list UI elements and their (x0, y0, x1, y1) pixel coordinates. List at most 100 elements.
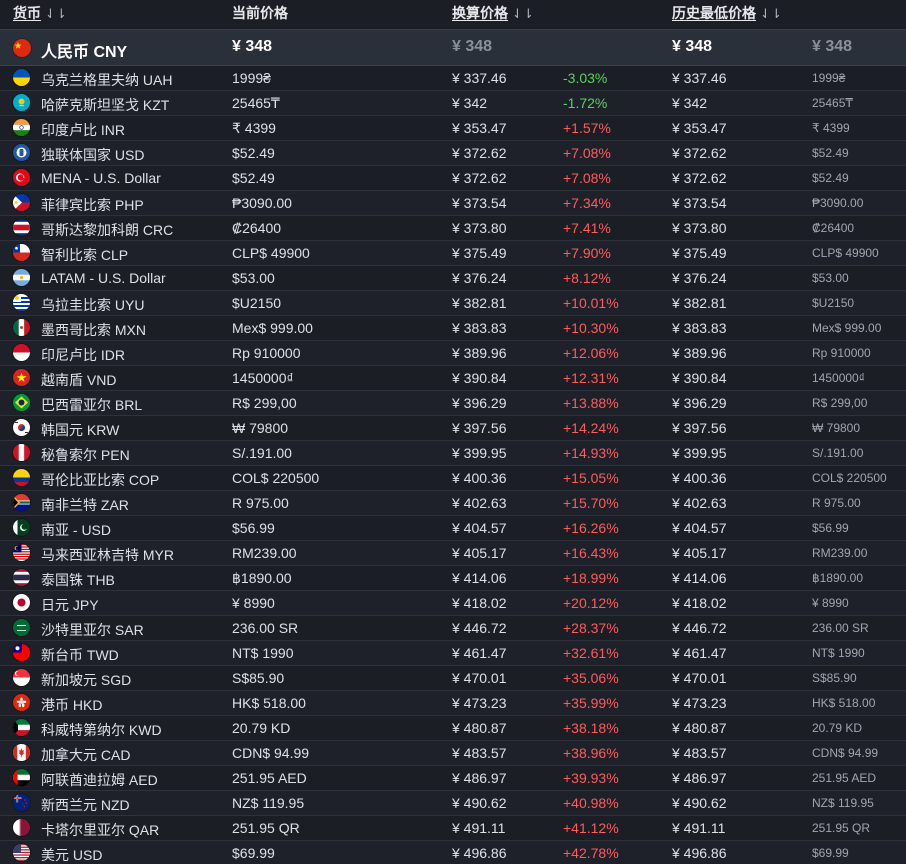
converted-price: ¥ 473.23 (452, 695, 507, 711)
lowest-price: ¥ 418.02 (672, 595, 727, 611)
converted-price: ¥ 486.97 (452, 770, 507, 786)
flag-south-korea-icon (13, 419, 30, 436)
lowest-price: ¥ 473.23 (672, 695, 727, 711)
current-price: NT$ 1990 (232, 645, 294, 661)
flag-peru-icon (13, 444, 30, 461)
converted-price: ¥ 496.86 (452, 845, 507, 861)
column-header-lowest-price[interactable]: 历史最低价格 ⇃⇂ (672, 3, 782, 23)
flag-india-icon (13, 119, 30, 136)
currency-name: 哥伦比亚比索 COP (41, 472, 160, 488)
table-row: 智利比索 CLP CLP$ 49900 ¥ 375.49 +7.90% ¥ 375.49… (0, 241, 906, 266)
sort-icon[interactable]: ⇃⇂ (45, 6, 67, 21)
price-difference-percent: +15.05% (563, 470, 619, 486)
base-lowest-local-price: ¥ 348 (812, 38, 853, 55)
currency-name: 新加坡元 SGD (41, 672, 132, 688)
table-row: 哥伦比亚比索 COP COL$ 220500 ¥ 400.36 +15.05% ¥ 40… (0, 466, 906, 491)
lowest-price: ¥ 461.47 (672, 645, 727, 661)
current-price: 236.00 SR (232, 620, 299, 636)
column-header-converted-price[interactable]: 换算价格 ⇃⇂ (452, 3, 534, 23)
price-difference-percent: +32.61% (563, 645, 619, 661)
current-price: 251.95 AED (232, 770, 307, 786)
lowest-price: ¥ 414.06 (672, 570, 727, 586)
currency-name: 阿联酋迪拉姆 AED (41, 772, 158, 788)
table-row: 阿联酋迪拉姆 AED 251.95 AED ¥ 486.97 +39.93% ¥ 486… (0, 766, 906, 791)
lowest-price: ¥ 353.47 (672, 120, 727, 136)
lowest-local-price: 1999₴ (812, 71, 846, 85)
current-price: Rp 910000 (232, 345, 301, 361)
current-price: $52.49 (232, 170, 275, 186)
lowest-local-price: R$ 299,00 (812, 396, 868, 410)
table-row: 马来西亚林吉特 MYR RM239.00 ¥ 405.17 +16.43% ¥ 405.… (0, 541, 906, 566)
current-price: $52.49 (232, 145, 275, 161)
table-row: 哥斯达黎加科朗 CRC ₡26400 ¥ 373.80 +7.41% ¥ 373.80 ₡… (0, 216, 906, 241)
flag-uruguay-icon (13, 294, 30, 311)
flag-thailand-icon (13, 569, 30, 586)
price-difference-percent: +16.26% (563, 520, 619, 536)
current-price: CLP$ 49900 (232, 245, 310, 261)
currency-name: 科威特第纳尔 KWD (41, 722, 162, 738)
price-difference-percent: +13.88% (563, 395, 619, 411)
currency-name: 哈萨克斯坦坚戈 KZT (41, 97, 170, 113)
sort-icon[interactable]: ⇃⇂ (512, 6, 534, 21)
price-difference-percent: +18.99% (563, 570, 619, 586)
currency-name: 加拿大元 CAD (41, 747, 131, 763)
table-row: LATAM - U.S. Dollar $53.00 ¥ 376.24 +8.12% ¥… (0, 266, 906, 291)
currency-name: 马来西亚林吉特 MYR (41, 547, 174, 563)
current-price: HK$ 518.00 (232, 695, 306, 711)
price-difference-percent: +10.30% (563, 320, 619, 336)
table-row: 港币 HKD HK$ 518.00 ¥ 473.23 +35.99% ¥ 473.23 H… (0, 691, 906, 716)
current-price: ₡26400 (232, 220, 282, 236)
sort-icon[interactable]: ⇃⇂ (760, 6, 782, 21)
converted-price: ¥ 461.47 (452, 645, 507, 661)
lowest-local-price: S$85.90 (812, 671, 857, 685)
table-row: 越南盾 VND 1450000₫ ¥ 390.84 +12.31% ¥ 390.84 14… (0, 366, 906, 391)
price-difference-percent: +7.08% (563, 145, 611, 161)
lowest-price: ¥ 480.87 (672, 720, 727, 736)
flag-argentina-icon (13, 269, 30, 286)
lowest-price: ¥ 490.62 (672, 795, 727, 811)
lowest-local-price: S/.191.00 (812, 446, 864, 460)
table-row: 新加坡元 SGD S$85.90 ¥ 470.01 +35.06% ¥ 470.01 S$… (0, 666, 906, 691)
currency-name: 韩国元 KRW (41, 422, 120, 438)
flag-indonesia-icon (13, 344, 30, 361)
current-price: $56.99 (232, 520, 275, 536)
table-row: 巴西雷亚尔 BRL R$ 299,00 ¥ 396.29 +13.88% ¥ 396.2… (0, 391, 906, 416)
current-price: 25465₸ (232, 95, 280, 111)
lowest-local-price: CLP$ 49900 (812, 246, 879, 260)
price-difference-percent: +38.96% (563, 745, 619, 761)
currency-name: 菲律宾比索 PHP (41, 197, 144, 213)
converted-price: ¥ 400.36 (452, 470, 507, 486)
lowest-price: ¥ 404.57 (672, 520, 727, 536)
currency-name: 越南盾 VND (41, 372, 117, 388)
currency-name: 印度卢比 INR (41, 122, 125, 138)
lowest-price: ¥ 389.96 (672, 345, 727, 361)
lowest-local-price: 236.00 SR (812, 621, 869, 635)
flag-turkey-icon (13, 169, 30, 186)
lowest-local-price: Rp 910000 (812, 346, 871, 360)
flag-philippines-icon (13, 194, 30, 211)
lowest-price: ¥ 483.57 (672, 745, 727, 761)
flag-canada-icon (13, 744, 30, 761)
lowest-local-price: $U2150 (812, 296, 855, 310)
converted-price: ¥ 470.01 (452, 670, 507, 686)
currency-name: 印尼卢比 IDR (41, 347, 125, 363)
flag-malaysia-icon (13, 544, 30, 561)
lowest-price: ¥ 399.95 (672, 445, 727, 461)
price-difference-percent: +14.24% (563, 420, 619, 436)
converted-price: ¥ 390.84 (452, 370, 507, 386)
lowest-price: ¥ 491.11 (672, 820, 726, 836)
lowest-price: ¥ 396.29 (672, 395, 727, 411)
table-row: 墨西哥比索 MXN Mex$ 999.00 ¥ 383.83 +10.30% ¥ 383… (0, 316, 906, 341)
price-difference-percent: +7.08% (563, 170, 611, 186)
current-price: ¥ 8990 (232, 595, 275, 611)
column-header-currency[interactable]: 货币 ⇃⇂ (13, 3, 67, 23)
converted-price: ¥ 402.63 (452, 495, 507, 511)
lowest-local-price: HK$ 518.00 (812, 696, 876, 710)
price-difference-percent: +14.93% (563, 445, 619, 461)
lowest-price: ¥ 373.54 (672, 195, 727, 211)
currency-name: MENA - U.S. Dollar (41, 170, 161, 186)
price-difference-percent: +12.06% (563, 345, 619, 361)
flag-usa-icon (13, 844, 30, 861)
lowest-local-price: $53.00 (812, 271, 849, 285)
flag-uae-icon (13, 769, 30, 786)
